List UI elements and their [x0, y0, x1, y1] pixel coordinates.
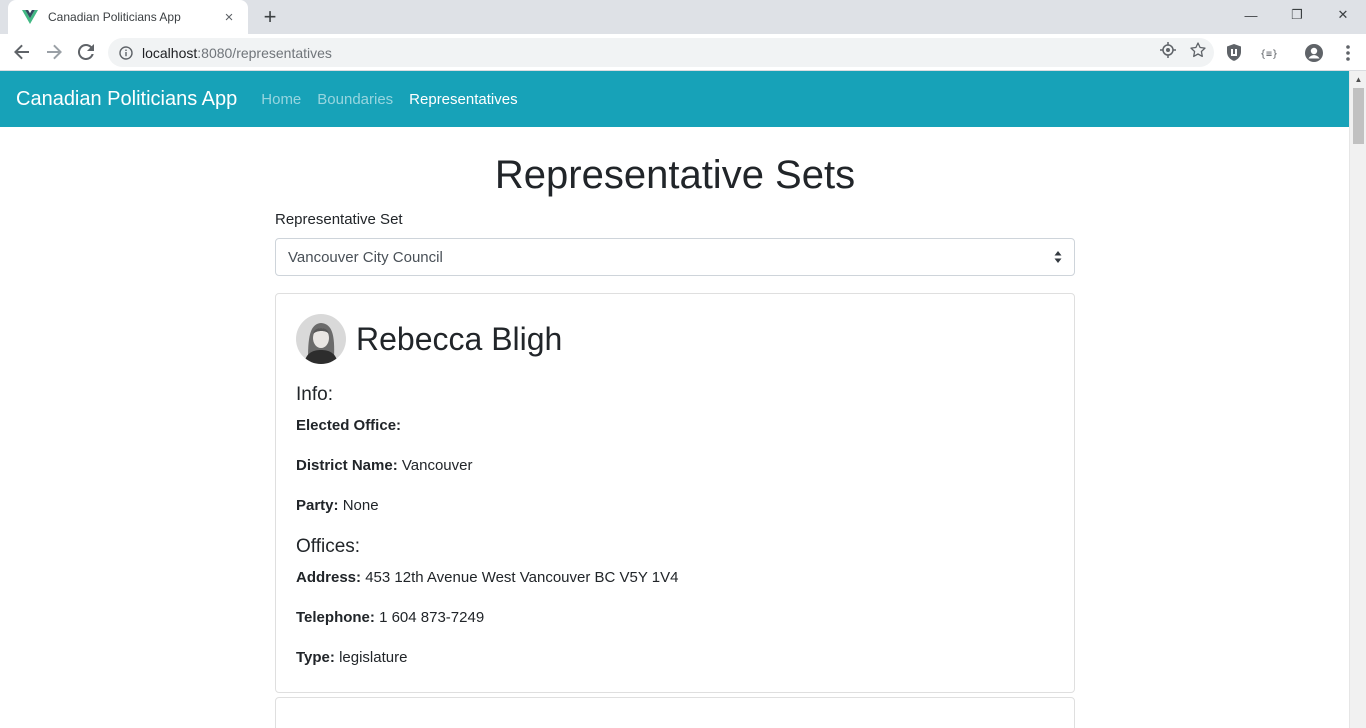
app-navbar: Canadian Politicians App Home Boundaries… [0, 71, 1349, 127]
party-label: Party: [296, 497, 339, 514]
address-bar[interactable]: localhost:8080/representatives [108, 38, 1214, 67]
selected-set-value: Vancouver City Council [288, 248, 443, 266]
info-heading: Info: [296, 384, 333, 405]
offices-heading: Offices: [296, 536, 361, 557]
page-title: Representative Sets [494, 153, 856, 197]
url-text: localhost:8080/representatives [142, 45, 332, 61]
type-field: Type: legislature [296, 648, 1054, 668]
navbar-brand[interactable]: Canadian Politicians App [16, 88, 237, 111]
telephone-value: 1 604 873-7249 [379, 609, 485, 626]
forward-arrow-icon [47, 44, 62, 60]
page-scrollbar[interactable]: ▲ [1349, 71, 1366, 728]
url-host: localhost [142, 44, 198, 61]
select-caret-icon [1054, 251, 1062, 263]
party-field: Party: None [296, 496, 1054, 516]
nav-link-representatives[interactable]: Representatives [409, 91, 517, 108]
reload-icon [78, 44, 94, 60]
telephone-label: Telephone: [296, 609, 375, 626]
elected-office-field: Elected Office: [296, 416, 1054, 436]
window-controls: — ❐ ✕ [1228, 0, 1366, 34]
minimize-button[interactable]: — [1228, 0, 1274, 30]
forward-button[interactable] [40, 38, 68, 66]
address-value: 453 12th Avenue West Vancouver BC V5Y 1V… [365, 569, 679, 586]
omnibox-actions [1160, 38, 1206, 67]
district-value: Vancouver [401, 457, 473, 474]
nav-link-home[interactable]: Home [261, 91, 301, 108]
svg-text:{≡}: {≡} [1260, 49, 1277, 60]
browser-menu-icon[interactable] [1336, 41, 1360, 65]
back-arrow-icon [14, 44, 29, 60]
representative-header: Rebecca Bligh [296, 314, 1054, 364]
browser-toolbar: localhost:8080/representatives {≡} [0, 34, 1366, 71]
elected-office-label: Elected Office: [296, 417, 402, 434]
page-viewport: Canadian Politicians App Home Boundaries… [0, 71, 1366, 728]
tab-title: Canadian Politicians App [48, 10, 181, 24]
party-value: None [342, 497, 379, 514]
profile-avatar-icon[interactable] [1302, 41, 1326, 65]
back-button[interactable] [8, 38, 36, 66]
new-tab-button[interactable]: + [258, 4, 282, 29]
district-field: District Name: Vancouver [296, 456, 1054, 476]
reload-button[interactable] [72, 38, 100, 66]
nav-link-boundaries[interactable]: Boundaries [317, 91, 393, 108]
info-icon[interactable] [118, 45, 134, 61]
extension-icons: {≡} [1222, 38, 1360, 67]
vue-logo-icon [22, 9, 38, 25]
restore-button[interactable]: ❐ [1274, 0, 1320, 30]
representative-name: Rebecca Bligh [356, 320, 563, 357]
shield-extension-icon[interactable] [1222, 41, 1246, 65]
tab-close-icon[interactable]: × [220, 8, 238, 26]
representative-card: Rebecca Bligh Info: Elected Office: Dist… [275, 293, 1075, 693]
browser-tab[interactable]: Canadian Politicians App × [8, 0, 248, 34]
district-label: District Name: [296, 457, 398, 474]
scroll-up-icon[interactable]: ▲ [1350, 71, 1366, 88]
browser-tabstrip: Canadian Politicians App × + — ❐ ✕ [0, 0, 1366, 34]
window-close-button[interactable]: ✕ [1320, 0, 1366, 30]
json-extension-icon[interactable]: {≡} [1256, 41, 1280, 65]
type-value: legislature [339, 649, 408, 666]
address-label: Address: [296, 569, 362, 586]
representative-set-select[interactable]: Vancouver City Council [275, 238, 1075, 276]
main-container: Representative Sets Representative Set V… [275, 127, 1075, 728]
next-representative-card [275, 697, 1075, 728]
representative-photo [296, 314, 346, 364]
telephone-field: Telephone: 1 604 873-7249 [296, 608, 1054, 628]
url-path: :8080/representatives [197, 44, 332, 61]
bookmark-star-icon[interactable] [1190, 42, 1206, 63]
scroll-thumb[interactable] [1353, 88, 1364, 144]
address-field: Address: 453 12th Avenue West Vancouver … [296, 568, 1054, 588]
type-label: Type: [296, 649, 335, 666]
representative-set-label: Representative Set [275, 211, 403, 228]
location-icon[interactable] [1160, 42, 1176, 63]
